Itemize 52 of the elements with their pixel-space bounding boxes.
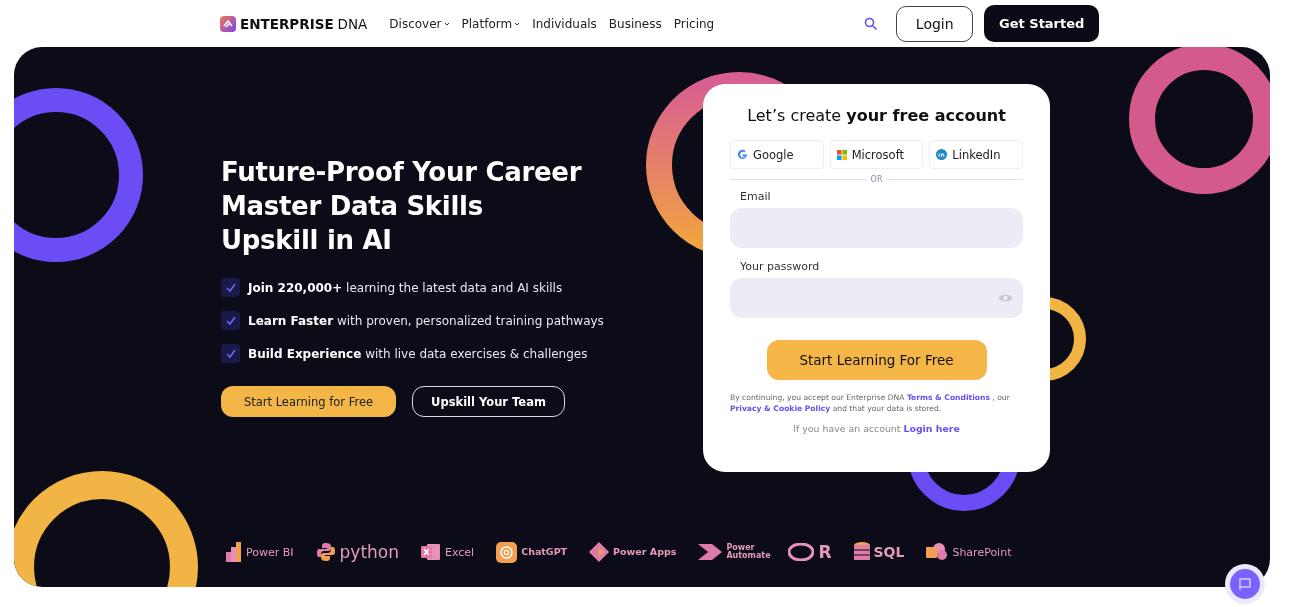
login-button[interactable]: Login: [896, 5, 974, 42]
benefit-text: Build Experience with live data exercises & challenges: [248, 346, 588, 361]
brand-name: ENTERPRISE: [240, 15, 334, 32]
bar-chart-icon: [226, 542, 242, 562]
check-icon: [225, 315, 236, 326]
provider-button[interactable]: Google: [730, 140, 824, 169]
tool-label: R: [818, 543, 832, 561]
linkedin-icon: [936, 149, 948, 160]
check-icon: [225, 282, 236, 293]
field-label: Email: [740, 190, 771, 203]
chevron-logo-icon: [698, 544, 723, 560]
circles-logo-icon: [926, 543, 949, 561]
start-learning-button[interactable]: Start Learning for Free: [221, 386, 396, 417]
input-field[interactable]: [730, 278, 1023, 318]
login-link[interactable]: Login here: [903, 423, 960, 434]
provider-button[interactable]: Microsoft: [829, 140, 924, 169]
nav-link[interactable]: Discover: [389, 16, 450, 31]
flag-icon: [1239, 578, 1251, 590]
snake-logo-icon: [315, 542, 336, 562]
logo-icon: [220, 15, 236, 32]
or-divider-text: OR: [870, 175, 883, 184]
nav-link[interactable]: Platform: [461, 16, 521, 31]
upskill-team-button[interactable]: Upskill Your Team: [412, 386, 565, 417]
tool-label: Power BI: [246, 546, 294, 558]
benefit-text: Learn Faster with proven, personalized training pathways: [248, 313, 604, 328]
google-icon: [737, 149, 748, 160]
nav-link[interactable]: Pricing: [673, 16, 715, 31]
field-label: Your password: [740, 260, 820, 273]
submit-button[interactable]: Start Learning For Free: [766, 340, 987, 380]
provider-button[interactable]: LinkedIn: [929, 140, 1023, 169]
windows-grid-icon: [836, 149, 847, 160]
ring-logo-icon: [788, 543, 815, 561]
login-prompt: If you have an account Login here: [793, 423, 960, 434]
card-title: Let’s create your free account: [747, 106, 1006, 125]
search-button[interactable]: [864, 16, 879, 31]
tool-label: Power Apps: [613, 547, 677, 557]
get-started-button[interactable]: Get Started: [984, 5, 1100, 42]
spreadsheet-icon: [421, 543, 441, 561]
tool-label: python: [339, 543, 399, 561]
benefit-text: Join 220,000+ learning the latest data and AI skills: [248, 280, 563, 295]
tool-label: SQL: [873, 545, 905, 559]
tool-label: Excel: [445, 546, 475, 558]
brand-suffix: DNA: [337, 15, 368, 32]
check-icon: [225, 348, 236, 359]
nav-link[interactable]: Individuals: [532, 16, 597, 31]
hero-headline: Future-Proof Your Career Master Data Skills Upskill in AI: [221, 156, 583, 257]
tool-label: SharePoint: [952, 546, 1012, 558]
diamond-icon: [589, 542, 610, 562]
tool-label: ChatGPT: [521, 547, 568, 557]
database-icon: [853, 542, 870, 562]
eye-icon[interactable]: [998, 293, 1013, 303]
nav-link[interactable]: Business: [608, 16, 662, 31]
